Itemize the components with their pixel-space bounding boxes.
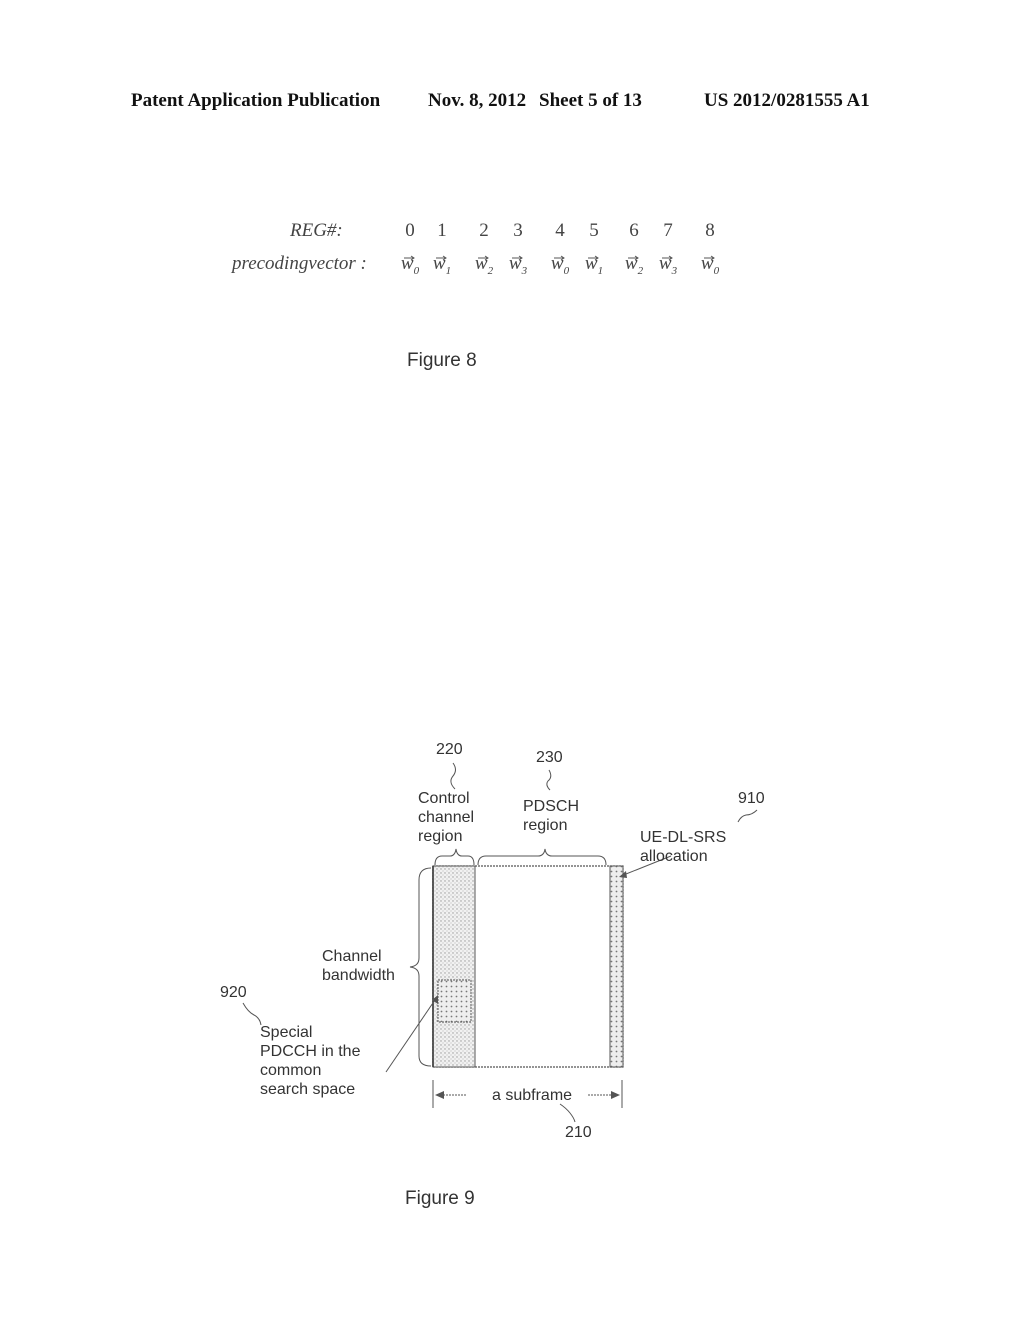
arrow-left-icon — [435, 1091, 444, 1099]
pdsch-region-label: PDSCH region — [523, 797, 579, 835]
pdcch-pointer-line — [385, 996, 438, 1073]
leader-210 — [559, 1103, 576, 1123]
leader-220 — [450, 762, 456, 790]
label-line: Control — [418, 790, 470, 807]
ue-dl-srs-region — [609, 865, 624, 1068]
leader-230 — [546, 769, 552, 791]
control-region-brace — [434, 848, 475, 866]
label-line: common — [260, 1062, 322, 1079]
srs-allocation-label: UE-DL-SRS allocation — [640, 828, 726, 866]
bandwidth-brace — [409, 867, 432, 1067]
subframe-label: a subframe — [492, 1087, 573, 1104]
ref-210: 210 — [565, 1124, 592, 1141]
label-line: Special — [260, 1024, 313, 1041]
ref-230: 230 — [536, 749, 563, 766]
control-channel-region — [432, 865, 476, 1068]
channel-bandwidth-label: Channel bandwidth — [322, 947, 395, 985]
special-pdcch-label: Special PDCCH in the common search space — [260, 1023, 360, 1099]
ref-220: 220 — [436, 741, 463, 758]
ref-920: 920 — [220, 984, 247, 1001]
label-line: Channel — [322, 948, 382, 965]
leader-920 — [242, 1002, 262, 1026]
label-line: PDSCH — [523, 798, 580, 815]
label-line: allocation — [640, 848, 708, 865]
label-line: region — [523, 817, 568, 834]
pdsch-region-brace — [477, 848, 607, 866]
leader-910 — [737, 809, 758, 823]
label-line: UE-DL-SRS — [640, 829, 727, 846]
arrow-right-icon — [611, 1091, 620, 1099]
label-line: PDCCH in the — [260, 1043, 361, 1060]
label-line: region — [418, 828, 463, 845]
label-line: channel — [418, 809, 475, 826]
special-pdcch-block — [437, 979, 472, 1023]
ref-910: 910 — [738, 790, 765, 807]
control-region-label: Control channel region — [418, 789, 474, 846]
label-line: bandwidth — [322, 967, 395, 984]
figure-9-diagram — [242, 762, 758, 1123]
figure-9-caption: Figure 9 — [405, 1188, 475, 1209]
label-line: search space — [260, 1081, 356, 1098]
